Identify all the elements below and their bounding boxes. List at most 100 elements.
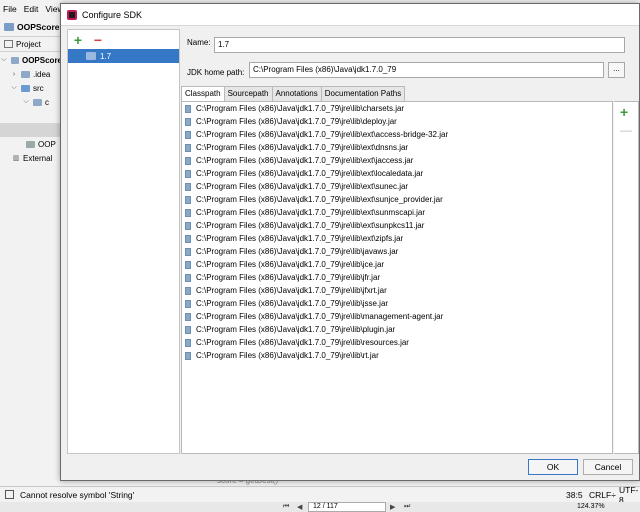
- configure-sdk-dialog: Configure SDK + − 1.7 Name: 1.7 JDK home…: [60, 3, 640, 481]
- remove-path-button[interactable]: —: [620, 124, 632, 136]
- classpath-entry-label: C:\Program Files (x86)\Java\jdk1.7.0_79\…: [196, 169, 424, 178]
- tree-item-label: c: [45, 97, 49, 107]
- jar-icon: [185, 221, 191, 230]
- classpath-entry-label: C:\Program Files (x86)\Java\jdk1.7.0_79\…: [196, 260, 385, 269]
- file-icon: [26, 140, 35, 148]
- prev-page-icon[interactable]: ◀: [297, 503, 302, 511]
- classpath-entry[interactable]: C:\Program Files (x86)\Java\jdk1.7.0_79\…: [182, 297, 612, 310]
- classpath-list[interactable]: C:\Program Files (x86)\Java\jdk1.7.0_79\…: [181, 101, 613, 454]
- jar-icon: [185, 234, 191, 243]
- classpath-entry-label: C:\Program Files (x86)\Java\jdk1.7.0_79\…: [196, 195, 443, 204]
- classpath-entry[interactable]: C:\Program Files (x86)\Java\jdk1.7.0_79\…: [182, 271, 612, 284]
- tree-item[interactable]: ⌵ src: [0, 81, 62, 95]
- remove-sdk-button[interactable]: −: [92, 33, 104, 47]
- next-page-icon[interactable]: ▶: [390, 503, 395, 511]
- tree-item[interactable]: ▥ External: [0, 151, 62, 165]
- sdk-list-panel: + − 1.7: [67, 29, 180, 454]
- browse-button[interactable]: ...: [608, 62, 625, 78]
- classpath-entry-label: C:\Program Files (x86)\Java\jdk1.7.0_79\…: [196, 299, 389, 308]
- ok-button[interactable]: OK: [528, 459, 578, 475]
- classpath-entry-label: C:\Program Files (x86)\Java\jdk1.7.0_79\…: [196, 143, 409, 152]
- page-indicator[interactable]: 12 / 117: [308, 502, 386, 512]
- classpath-entry[interactable]: C:\Program Files (x86)\Java\jdk1.7.0_79\…: [182, 167, 612, 180]
- jar-icon: [185, 338, 191, 347]
- tab-annotations[interactable]: Annotations: [271, 86, 322, 101]
- classpath-entry-label: C:\Program Files (x86)\Java\jdk1.7.0_79\…: [196, 234, 404, 243]
- line-separator[interactable]: CRLF÷: [589, 490, 616, 500]
- intellij-icon: [67, 9, 77, 20]
- classpath-entry[interactable]: C:\Program Files (x86)\Java\jdk1.7.0_79\…: [182, 245, 612, 258]
- classpath-entry-label: C:\Program Files (x86)\Java\jdk1.7.0_79\…: [196, 208, 425, 217]
- tree-item[interactable]: ⌵ OOPScore: [0, 53, 62, 67]
- classpath-entry[interactable]: C:\Program Files (x86)\Java\jdk1.7.0_79\…: [182, 219, 612, 232]
- chevron-down-icon[interactable]: ⌵: [0, 56, 8, 64]
- tree-item[interactable]: [0, 109, 62, 123]
- menu-file[interactable]: File: [3, 4, 17, 14]
- jar-icon: [185, 273, 191, 282]
- zoom-level[interactable]: 124.37%: [577, 503, 605, 510]
- classpath-entry-label: C:\Program Files (x86)\Java\jdk1.7.0_79\…: [196, 221, 425, 230]
- tree-item[interactable]: ⌵ c: [0, 95, 62, 109]
- classpath-entry[interactable]: C:\Program Files (x86)\Java\jdk1.7.0_79\…: [182, 141, 612, 154]
- tab-classpath[interactable]: Classpath: [181, 86, 225, 102]
- classpath-entry[interactable]: C:\Program Files (x86)\Java\jdk1.7.0_79\…: [182, 154, 612, 167]
- classpath-entry[interactable]: C:\Program Files (x86)\Java\jdk1.7.0_79\…: [182, 336, 612, 349]
- classpath-entry[interactable]: C:\Program Files (x86)\Java\jdk1.7.0_79\…: [182, 323, 612, 336]
- classpath-entry[interactable]: C:\Program Files (x86)\Java\jdk1.7.0_79\…: [182, 102, 612, 115]
- error-icon[interactable]: [5, 490, 14, 499]
- jar-icon: [185, 312, 191, 321]
- classpath-entry[interactable]: C:\Program Files (x86)\Java\jdk1.7.0_79\…: [182, 284, 612, 297]
- project-panel-header[interactable]: Project: [0, 37, 62, 52]
- name-row: Name:: [187, 38, 211, 47]
- sdk-item-label: 1.7: [100, 51, 112, 61]
- classpath-entry[interactable]: C:\Program Files (x86)\Java\jdk1.7.0_79\…: [182, 128, 612, 141]
- jar-icon: [185, 299, 191, 308]
- tab-sourcepath[interactable]: Sourcepath: [223, 86, 273, 101]
- sdk-name-input[interactable]: 1.7: [214, 37, 625, 53]
- breadcrumb-project[interactable]: OOPScore: [17, 22, 60, 32]
- jdk-home-path-field[interactable]: C:\Program Files (x86)\Java\jdk1.7.0_79: [249, 62, 604, 78]
- first-page-icon[interactable]: ⏮: [283, 503, 289, 511]
- sdk-list-item[interactable]: 1.7: [68, 49, 179, 63]
- source-folder-icon: [21, 84, 30, 92]
- jar-icon: [185, 117, 191, 126]
- chevron-right-icon[interactable]: ›: [10, 71, 18, 78]
- jar-icon: [185, 208, 191, 217]
- last-page-icon[interactable]: ⏭: [404, 503, 410, 511]
- dialog-titlebar[interactable]: Configure SDK: [61, 4, 639, 26]
- tree-item[interactable]: › .idea: [0, 67, 62, 81]
- jar-icon: [185, 247, 191, 256]
- classpath-entry-label: C:\Program Files (x86)\Java\jdk1.7.0_79\…: [196, 286, 387, 295]
- chevron-down-icon[interactable]: ⌵: [10, 84, 18, 92]
- tree-item[interactable]: OOP: [0, 137, 62, 151]
- project-icon: [4, 40, 13, 48]
- folder-icon: [21, 70, 30, 78]
- classpath-entry-label: C:\Program Files (x86)\Java\jdk1.7.0_79\…: [196, 273, 381, 282]
- classpath-entry-label: C:\Program Files (x86)\Java\jdk1.7.0_79\…: [196, 351, 379, 360]
- tree-item[interactable]: [0, 123, 62, 137]
- jar-icon: [185, 156, 191, 165]
- jar-icon: [185, 260, 191, 269]
- classpath-entry-label: C:\Program Files (x86)\Java\jdk1.7.0_79\…: [196, 117, 397, 126]
- menu-edit[interactable]: Edit: [24, 4, 39, 14]
- pdf-toolbar: ⏮ ◀ 12 / 117 ▶ ⏭ 124.37%: [0, 502, 640, 512]
- cancel-button[interactable]: Cancel: [583, 459, 633, 475]
- caret-position[interactable]: 38:5: [566, 490, 583, 500]
- add-sdk-button[interactable]: +: [72, 33, 84, 47]
- classpath-toolbar: + —: [614, 101, 639, 454]
- tab-documentation-paths[interactable]: Documentation Paths: [320, 86, 406, 101]
- chevron-down-icon[interactable]: ⌵: [22, 98, 30, 106]
- jar-icon: [185, 169, 191, 178]
- classpath-entry[interactable]: C:\Program Files (x86)\Java\jdk1.7.0_79\…: [182, 232, 612, 245]
- classpath-entry[interactable]: C:\Program Files (x86)\Java\jdk1.7.0_79\…: [182, 349, 612, 362]
- tree-item-label: src: [33, 83, 44, 93]
- classpath-entry[interactable]: C:\Program Files (x86)\Java\jdk1.7.0_79\…: [182, 206, 612, 219]
- classpath-entry[interactable]: C:\Program Files (x86)\Java\jdk1.7.0_79\…: [182, 310, 612, 323]
- classpath-entry[interactable]: C:\Program Files (x86)\Java\jdk1.7.0_79\…: [182, 193, 612, 206]
- classpath-entry-label: C:\Program Files (x86)\Java\jdk1.7.0_79\…: [196, 325, 396, 334]
- classpath-entry[interactable]: C:\Program Files (x86)\Java\jdk1.7.0_79\…: [182, 115, 612, 128]
- jar-icon: [185, 195, 191, 204]
- classpath-entry[interactable]: C:\Program Files (x86)\Java\jdk1.7.0_79\…: [182, 258, 612, 271]
- add-path-button[interactable]: +: [620, 105, 628, 119]
- classpath-entry[interactable]: C:\Program Files (x86)\Java\jdk1.7.0_79\…: [182, 180, 612, 193]
